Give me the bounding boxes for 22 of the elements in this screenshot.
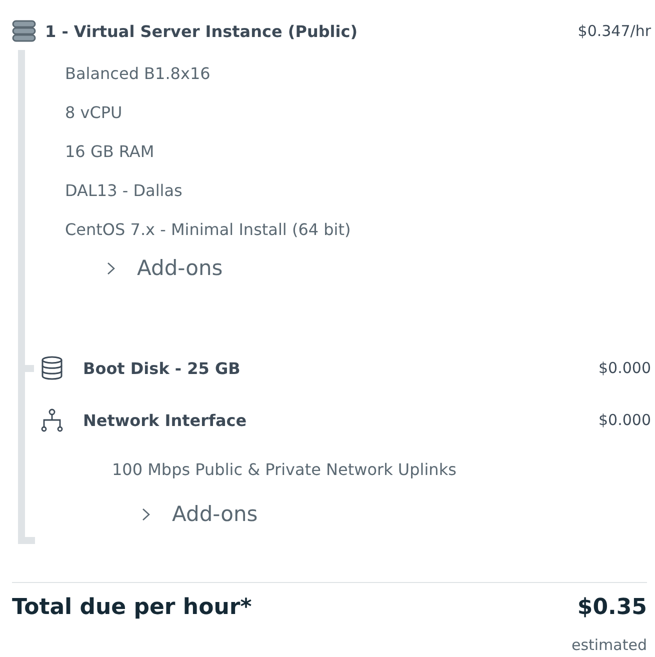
chevron-right-icon xyxy=(142,508,150,520)
spec-text: 16 GB RAM xyxy=(65,141,156,163)
component-price: $0.000 xyxy=(598,359,651,377)
total-amount: $0.35 xyxy=(577,595,647,620)
instance-price: $0.347/hr xyxy=(578,22,651,40)
component-price: $0.000 xyxy=(598,411,651,429)
server-icon xyxy=(12,20,36,42)
database-icon xyxy=(41,356,63,380)
network-icon xyxy=(41,408,63,432)
addons-toggle[interactable]: Add-ons xyxy=(142,502,258,526)
spec-text: 8 vCPU xyxy=(65,102,124,124)
addons-toggle[interactable]: Add-ons xyxy=(107,256,223,280)
total-label: Total due per hour* xyxy=(12,595,252,620)
estimated-note: estimated xyxy=(570,636,647,654)
spec-text: Balanced B1.8x16 xyxy=(65,63,212,85)
component-title: Boot Disk - 25 GB xyxy=(83,358,242,378)
instance-title: 1 - Virtual Server Instance (Public) xyxy=(45,22,359,40)
chevron-right-icon xyxy=(107,262,115,274)
component-detail: 100 Mbps Public & Private Network Uplinks xyxy=(111,459,458,481)
spec-text: DAL13 - Dallas xyxy=(65,180,184,202)
component-title: Network Interface xyxy=(83,410,248,430)
spec-text: CentOS 7.x - Minimal Install (64 bit) xyxy=(65,219,352,241)
